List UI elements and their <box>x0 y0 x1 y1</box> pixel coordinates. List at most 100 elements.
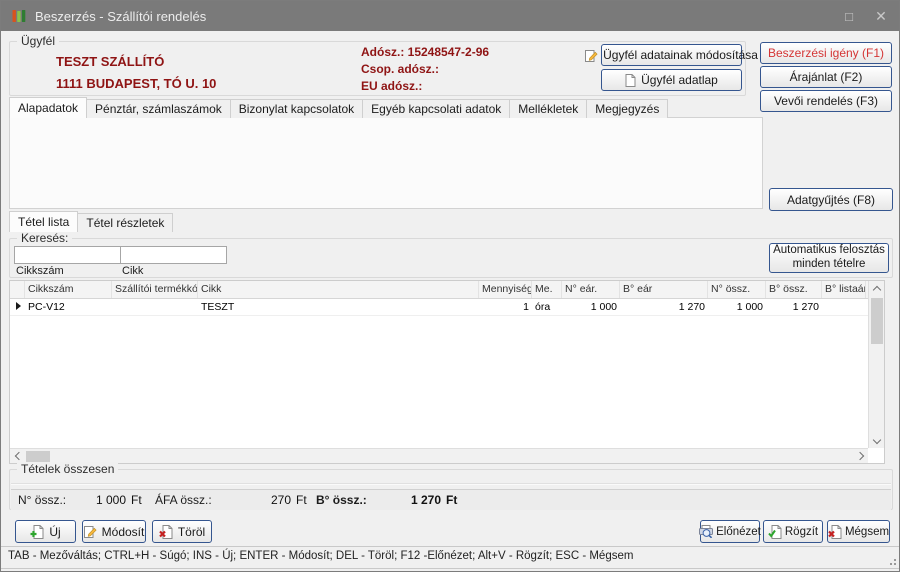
scroll-up-arrow[interactable] <box>870 281 884 295</box>
resize-grip[interactable] <box>886 555 896 565</box>
horizontal-scroll-thumb[interactable] <box>26 451 50 462</box>
column-header[interactable]: B° listaár <box>822 281 866 298</box>
customer-order-button[interactable]: Vevői rendelés (F3) <box>760 90 892 112</box>
search-itemnumber-input[interactable] <box>14 246 121 264</box>
app-window: Beszerzés - Szállítói rendelés □ ✕ Ügyfé… <box>0 0 900 572</box>
table-cell[interactable]: 1 000 <box>562 299 620 315</box>
table-cell[interactable]: óra <box>532 299 562 315</box>
window-title: Beszerzés - Szállítói rendelés <box>35 9 206 24</box>
save-label: Rögzít <box>785 526 818 538</box>
cancel-label: Mégsem <box>845 526 889 538</box>
vertical-scrollbar[interactable] <box>868 281 884 448</box>
table-cell[interactable] <box>10 299 25 315</box>
column-header[interactable]: Mennyiség <box>479 281 532 298</box>
vat-total-value: 270 <box>221 493 291 507</box>
table-cell[interactable]: TESZT <box>198 299 479 315</box>
new-label: Új <box>49 525 60 539</box>
column-header[interactable]: Me. <box>532 281 562 298</box>
modify-label: Módosít <box>102 525 145 539</box>
vertical-scroll-thumb[interactable] <box>871 298 883 344</box>
modify-button[interactable]: Módosít <box>82 520 146 543</box>
table-cell[interactable]: 1 270 <box>620 299 708 315</box>
document-x-icon <box>159 525 173 539</box>
column-header[interactable]: Cikk <box>198 281 479 298</box>
auto-split-button[interactable]: Automatikus felosztás minden tételre <box>769 243 889 273</box>
main-tab-4[interactable]: Mellékletek <box>509 99 587 118</box>
vat-total-unit: Ft <box>296 493 307 507</box>
pencil-icon <box>585 49 598 62</box>
main-tab-1[interactable]: Pénztár, számlaszámok <box>86 99 231 118</box>
search-itemnumber-label: Cikkszám <box>16 265 64 277</box>
scroll-left-arrow[interactable] <box>10 449 24 463</box>
customer-order-label: Vevői rendelés (F3) <box>774 94 878 108</box>
table-cell[interactable]: 1 270 <box>766 299 822 315</box>
main-tab-5[interactable]: Megjegyzés <box>586 99 668 118</box>
net-total-value: 1 000 <box>66 493 126 507</box>
main-tab-3[interactable]: Egyéb kapcsolati adatok <box>362 99 510 118</box>
cancel-button[interactable]: Mégsem <box>827 520 890 543</box>
document-check-icon <box>768 525 782 539</box>
totals-group-label: Tételek összesen <box>17 462 118 476</box>
table-cell[interactable]: PC-V12 <box>25 299 112 315</box>
customer-address: 1111 BUDAPEST, TÓ U. 10 <box>56 76 216 91</box>
status-bar-text: TAB - Mezőváltás; CTRL+H - Súgó; INS - Ú… <box>8 550 633 562</box>
column-header[interactable]: N° eár. <box>562 281 620 298</box>
customer-eu-tax-number: EU adósz.: <box>361 79 422 93</box>
item-tab-1[interactable]: Tétel részletek <box>77 213 173 232</box>
search-item-label: Cikk <box>122 265 143 277</box>
customer-edit-button[interactable]: Ügyfél adatainak módosítása <box>601 44 742 66</box>
table-cell[interactable]: 1 <box>479 299 532 315</box>
data-collection-label: Adatgyűjtés (F8) <box>787 193 875 207</box>
quote-label: Árajánlat (F2) <box>790 70 863 84</box>
scroll-right-arrow[interactable] <box>854 449 868 463</box>
basic-data-panel <box>9 117 763 209</box>
save-button[interactable]: Rögzít <box>763 520 823 543</box>
quote-button[interactable]: Árajánlat (F2) <box>760 66 892 88</box>
totals-strip: N° össz.: 1 000 Ft ÁFA össz.: 270 Ft B° … <box>11 489 891 510</box>
horizontal-scrollbar[interactable] <box>10 448 868 463</box>
customer-group-label: Ügyfél <box>17 34 59 48</box>
delete-label: Töröl <box>178 525 205 539</box>
table-cell[interactable]: 1 000 <box>708 299 766 315</box>
delete-button[interactable]: Töröl <box>152 520 212 543</box>
item-tab-bar: Tétel listaTétel részletek <box>9 212 172 232</box>
scroll-down-arrow[interactable] <box>870 434 884 448</box>
totals-separator <box>11 483 891 485</box>
maximize-button[interactable]: □ <box>833 1 865 31</box>
close-button[interactable]: ✕ <box>865 1 897 31</box>
pencil-icon <box>84 525 97 538</box>
column-header[interactable]: B° eár <box>620 281 708 298</box>
search-item-input[interactable] <box>120 246 227 264</box>
totals-groupbox: Tételek összesen N° össz.: 1 000 Ft ÁFA … <box>9 469 893 510</box>
document-plus-icon <box>30 525 44 539</box>
printer-magnifier-icon <box>699 525 713 538</box>
document-icon <box>625 74 636 87</box>
new-button[interactable]: Új <box>15 520 76 543</box>
customer-edit-label: Ügyfél adatainak módosítása <box>603 48 758 62</box>
data-collection-button[interactable]: Adatgyűjtés (F8) <box>769 188 893 211</box>
main-tab-0[interactable]: Alapadatok <box>9 97 87 118</box>
table-row[interactable]: PC-V12TESZT1óra1 0001 2701 0001 270 <box>10 299 884 316</box>
table-cell[interactable] <box>822 299 866 315</box>
preview-button[interactable]: Előnézet <box>700 520 760 543</box>
customer-datasheet-button[interactable]: Ügyfél adatlap <box>601 69 742 91</box>
table-cell[interactable] <box>112 299 198 315</box>
item-tab-0[interactable]: Tétel lista <box>9 211 78 232</box>
gross-total-value: 1 270 <box>371 493 441 507</box>
vat-total-label: ÁFA össz.: <box>155 493 212 507</box>
column-header[interactable]: Cikkszám <box>25 281 112 298</box>
purchase-request-label: Beszerzési igény (F1) <box>768 46 884 60</box>
customer-name: TESZT SZÁLLÍTÓ <box>56 54 164 69</box>
column-header[interactable]: Szállítói termékkód ( <box>112 281 198 298</box>
table-header-row: CikkszámSzállítói termékkód (CikkMennyis… <box>10 281 884 299</box>
net-total-label: N° össz.: <box>18 493 66 507</box>
purchase-request-button[interactable]: Beszerzési igény (F1) <box>760 42 892 64</box>
title-bar[interactable]: Beszerzés - Szállítói rendelés □ ✕ <box>1 1 899 31</box>
column-header[interactable]: B° össz. <box>766 281 822 298</box>
gross-total-unit: Ft <box>446 493 457 507</box>
column-header[interactable]: N° össz. <box>708 281 766 298</box>
app-icon <box>11 8 27 24</box>
marker-column-header[interactable] <box>10 281 25 298</box>
main-tab-2[interactable]: Bizonylat kapcsolatok <box>230 99 363 118</box>
preview-label: Előnézet <box>716 526 761 538</box>
